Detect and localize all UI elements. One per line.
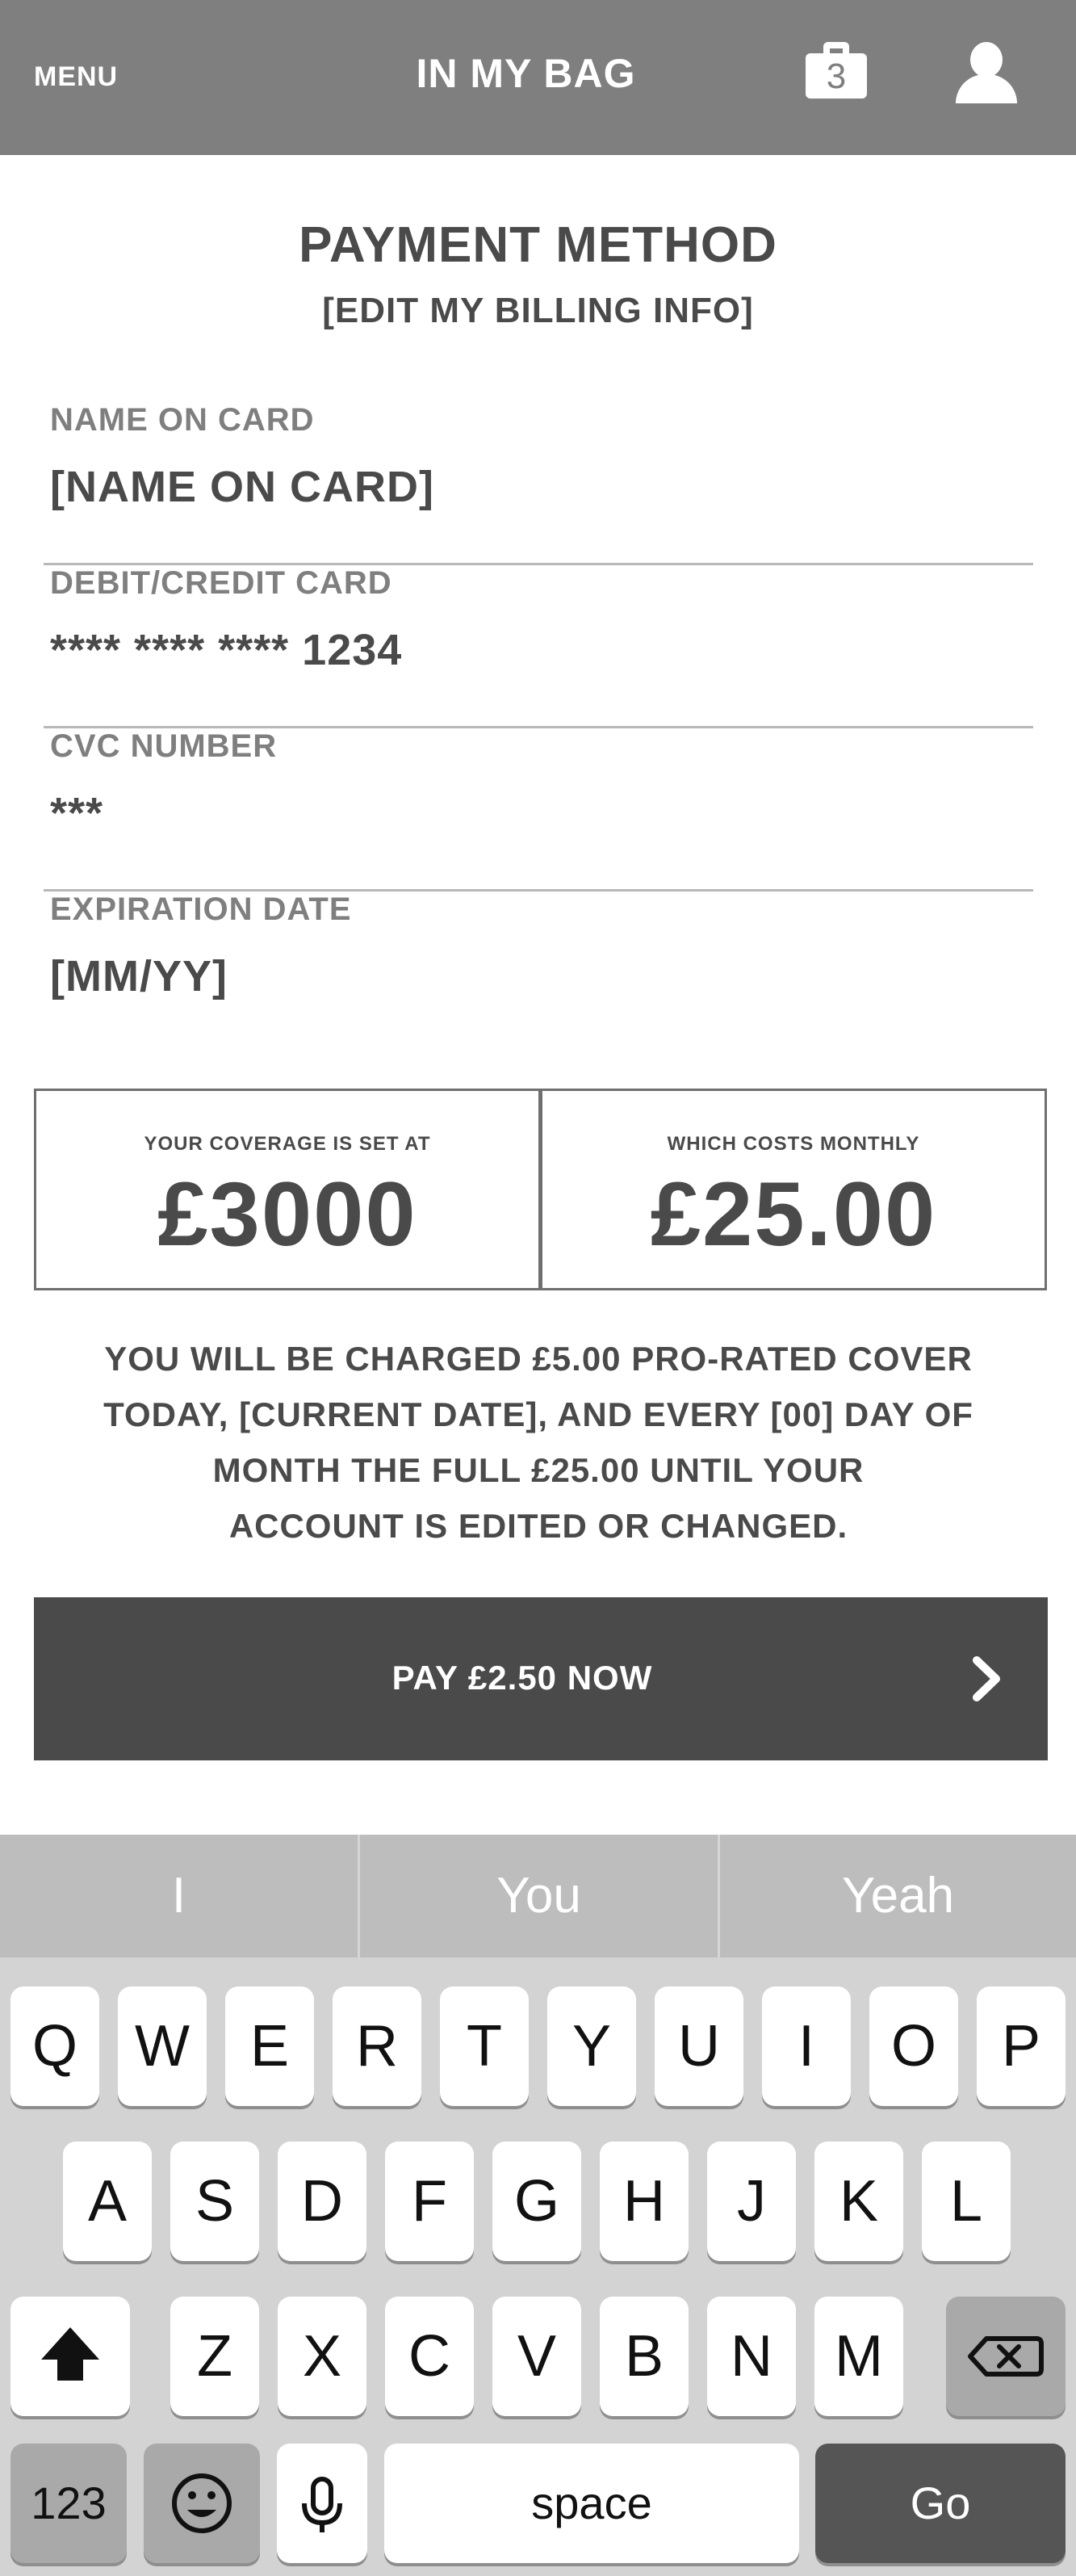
backspace-key[interactable] bbox=[946, 2297, 1066, 2416]
shift-icon bbox=[41, 2327, 99, 2381]
key-s[interactable]: S bbox=[170, 2142, 259, 2261]
notice-line: YOU WILL BE CHARGED £5.00 PRO-RATED COVE… bbox=[104, 1340, 973, 1378]
notice-line: TODAY, [CURRENT DATE], AND EVERY [00] DA… bbox=[103, 1395, 973, 1433]
key-q[interactable]: Q bbox=[10, 1987, 99, 2106]
monthly-cost-amount: £25.00 bbox=[650, 1164, 937, 1265]
emoji-key[interactable] bbox=[144, 2444, 260, 2563]
key-b[interactable]: B bbox=[600, 2297, 689, 2416]
key-g[interactable]: G bbox=[492, 2142, 581, 2261]
pay-now-label: PAY £2.50 NOW bbox=[391, 1659, 653, 1697]
key-i[interactable]: I bbox=[762, 1987, 851, 2106]
cvc-input[interactable]: *** bbox=[50, 788, 103, 838]
page-title: IN MY BAG bbox=[416, 51, 636, 96]
expiration-date-input[interactable]: [MM/YY] bbox=[50, 951, 228, 1001]
emoji-icon bbox=[172, 2473, 232, 2533]
expiration-date-field[interactable]: EXPIRATION DATE [MM/YY] bbox=[44, 892, 1033, 1021]
key-l[interactable]: L bbox=[922, 2142, 1011, 2261]
user-icon[interactable] bbox=[956, 42, 1017, 103]
coverage-amount-box: YOUR COVERAGE IS SET AT £3000 bbox=[34, 1089, 541, 1290]
key-t[interactable]: T bbox=[440, 1987, 529, 2106]
key-o[interactable]: O bbox=[869, 1987, 958, 2106]
user-icon-head bbox=[970, 42, 1003, 78]
field-label: CVC NUMBER bbox=[50, 728, 278, 764]
key-a[interactable]: A bbox=[63, 2142, 152, 2261]
microphone-key[interactable] bbox=[277, 2444, 367, 2563]
go-key[interactable]: Go bbox=[815, 2444, 1066, 2563]
microphone-icon bbox=[302, 2477, 342, 2532]
shift-key[interactable] bbox=[10, 2297, 130, 2416]
on-screen-keyboard: I You Yeah Q W E R T Y U I O P A S D F G… bbox=[0, 1835, 1076, 2576]
notice-line: ACCOUNT IS EDITED OR CHANGED. bbox=[228, 1507, 848, 1545]
cvc-field[interactable]: CVC NUMBER *** bbox=[44, 728, 1033, 892]
suggestion-item[interactable]: Yeah bbox=[720, 1835, 1076, 1957]
key-x[interactable]: X bbox=[278, 2297, 366, 2416]
shopping-bag-icon[interactable]: 3 bbox=[806, 42, 867, 99]
pay-now-button[interactable]: PAY £2.50 NOW bbox=[34, 1597, 1048, 1760]
user-icon-body bbox=[956, 74, 1017, 103]
key-f[interactable]: F bbox=[385, 2142, 474, 2261]
key-m[interactable]: M bbox=[814, 2297, 903, 2416]
edit-billing-info-link[interactable]: [EDIT MY BILLING INFO] bbox=[0, 291, 1076, 331]
key-c[interactable]: C bbox=[385, 2297, 474, 2416]
chevron-right-icon bbox=[973, 1656, 1000, 1701]
suggestion-bar: I You Yeah bbox=[0, 1835, 1076, 1957]
card-number-field[interactable]: DEBIT/CREDIT CARD **** **** **** 1234 bbox=[44, 565, 1033, 728]
key-p[interactable]: P bbox=[977, 1987, 1066, 2106]
monthly-cost-caption: WHICH COSTS MONTHLY bbox=[667, 1133, 920, 1155]
payment-method-heading: PAYMENT METHOD bbox=[299, 217, 777, 273]
top-bar: MENU IN MY BAG 3 bbox=[0, 0, 1076, 155]
bag-count-badge: 3 bbox=[806, 53, 867, 99]
space-key[interactable]: space bbox=[384, 2444, 799, 2563]
key-d[interactable]: D bbox=[278, 2142, 366, 2261]
backspace-icon bbox=[968, 2336, 1044, 2377]
key-n[interactable]: N bbox=[707, 2297, 796, 2416]
coverage-caption: YOUR COVERAGE IS SET AT bbox=[144, 1133, 431, 1155]
key-u[interactable]: U bbox=[655, 1987, 743, 2106]
key-w[interactable]: W bbox=[118, 1987, 207, 2106]
numbers-key[interactable]: 123 bbox=[10, 2444, 127, 2563]
name-on-card-field[interactable]: NAME ON CARD [NAME ON CARD] bbox=[44, 402, 1033, 565]
key-v[interactable]: V bbox=[492, 2297, 581, 2416]
suggestion-item[interactable]: I bbox=[0, 1835, 358, 1957]
field-label: NAME ON CARD bbox=[50, 402, 315, 438]
key-r[interactable]: R bbox=[333, 1987, 421, 2106]
suggestion-item[interactable]: You bbox=[360, 1835, 718, 1957]
charge-notice: YOU WILL BE CHARGED £5.00 PRO-RATED COVE… bbox=[74, 1331, 1003, 1554]
monthly-cost-box: WHICH COSTS MONTHLY £25.00 bbox=[540, 1089, 1047, 1290]
key-k[interactable]: K bbox=[814, 2142, 903, 2261]
field-label: DEBIT/CREDIT CARD bbox=[50, 565, 392, 601]
coverage-amount: £3000 bbox=[157, 1164, 417, 1265]
field-label: EXPIRATION DATE bbox=[50, 892, 352, 927]
key-j[interactable]: J bbox=[707, 2142, 796, 2261]
notice-line: MONTH THE FULL £25.00 UNTIL YOUR bbox=[212, 1451, 865, 1489]
key-z[interactable]: Z bbox=[170, 2297, 259, 2416]
key-e[interactable]: E bbox=[225, 1987, 314, 2106]
name-on-card-input[interactable]: [NAME ON CARD] bbox=[50, 462, 434, 512]
card-number-input[interactable]: **** **** **** 1234 bbox=[50, 625, 402, 675]
key-y[interactable]: Y bbox=[547, 1987, 636, 2106]
key-h[interactable]: H bbox=[600, 2142, 689, 2261]
